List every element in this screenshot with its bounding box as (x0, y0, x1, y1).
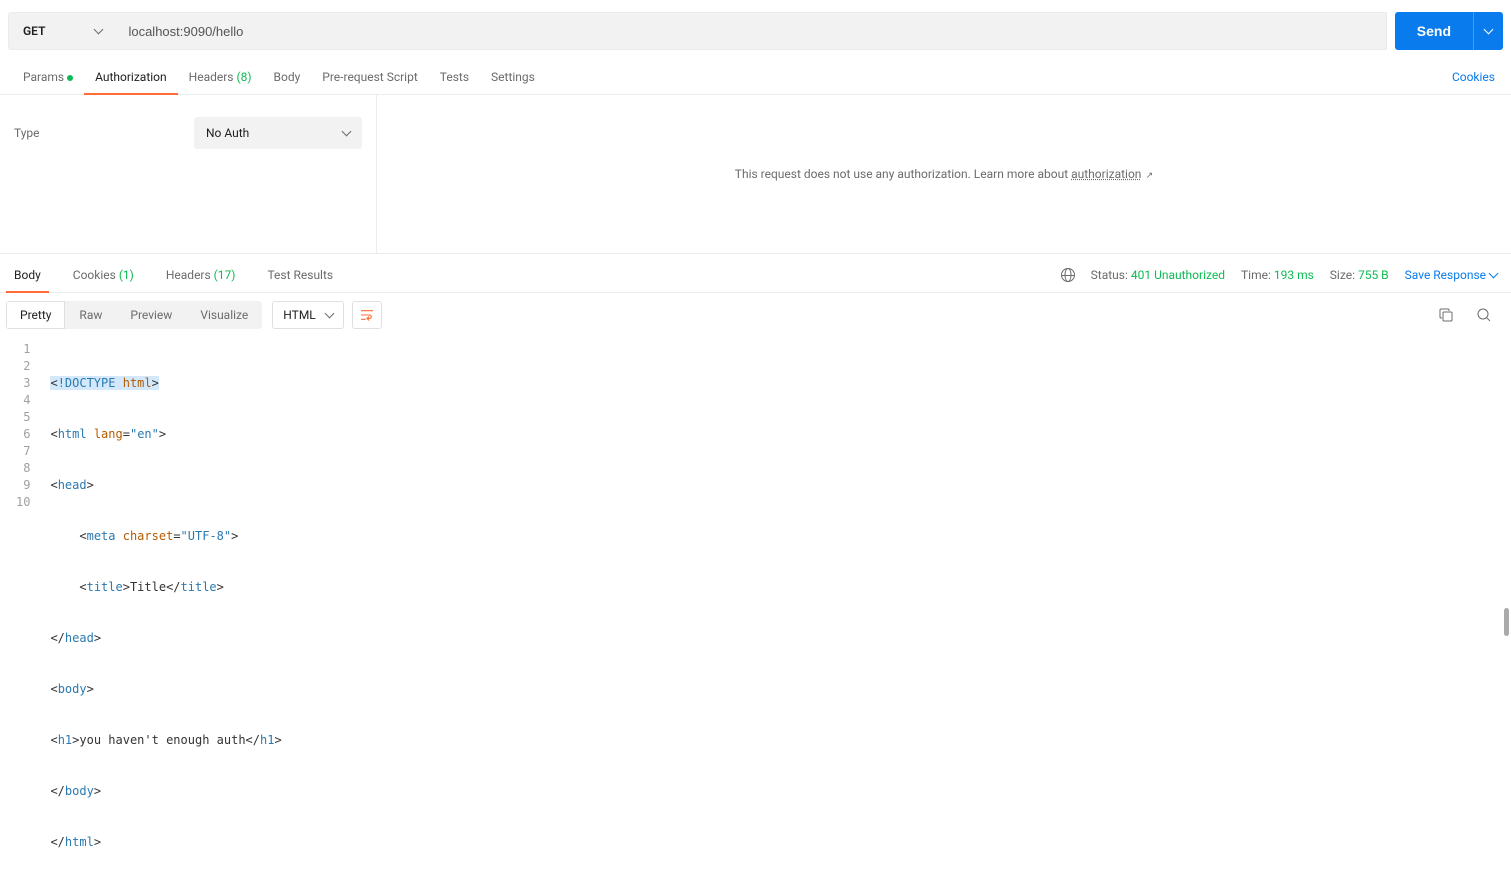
code-content: <!DOCTYPE html> <html lang="en"> <head> … (46, 337, 281, 885)
response-tab-headers[interactable]: Headers (17) (158, 264, 244, 286)
chevron-down-icon (324, 309, 334, 319)
view-pretty[interactable]: Pretty (6, 301, 65, 329)
params-indicator-dot (67, 75, 73, 81)
method-value: GET (23, 24, 45, 38)
view-mode-group: Pretty Raw Preview Visualize (6, 301, 262, 329)
send-button[interactable]: Send (1395, 12, 1473, 50)
response-tab-body[interactable]: Body (6, 264, 49, 286)
tab-settings[interactable]: Settings (480, 60, 546, 94)
time-label: Time: 193 ms (1241, 268, 1314, 282)
tab-tests[interactable]: Tests (429, 60, 480, 94)
format-select[interactable]: HTML (272, 301, 344, 329)
tab-headers[interactable]: Headers (8) (178, 60, 263, 94)
view-raw[interactable]: Raw (65, 301, 116, 329)
copy-icon (1439, 308, 1453, 322)
tab-prerequest[interactable]: Pre-request Script (311, 60, 428, 94)
wrap-lines-button[interactable] (352, 301, 382, 329)
response-tab-cookies[interactable]: Cookies (1) (65, 264, 142, 286)
cookies-link[interactable]: Cookies (1448, 60, 1499, 94)
send-dropdown-button[interactable] (1473, 12, 1503, 50)
scrollbar-thumb[interactable] (1504, 608, 1509, 636)
search-button[interactable] (1471, 302, 1497, 328)
chevron-down-icon (1484, 25, 1494, 35)
auth-type-label: Type (14, 126, 194, 140)
size-label: Size: 755 B (1330, 268, 1389, 282)
search-icon (1477, 308, 1491, 322)
line-gutter: 1 2 3 4 5 6 7 8 9 10 (0, 337, 46, 885)
chevron-down-icon (342, 127, 352, 137)
method-select[interactable]: GET (8, 12, 116, 50)
authorization-help-link[interactable]: authorization (1071, 167, 1141, 181)
response-body-editor[interactable]: 1 2 3 4 5 6 7 8 9 10 <!DOCTYPE html> <ht… (0, 337, 1511, 885)
chevron-down-icon (1489, 269, 1499, 279)
response-tab-testresults[interactable]: Test Results (259, 264, 341, 286)
wrap-icon (361, 309, 373, 321)
tab-params[interactable]: Params (12, 60, 84, 94)
external-link-icon: ↗ (1143, 171, 1153, 181)
status-label: Status: 401 Unauthorized (1091, 268, 1225, 282)
auth-empty-message: This request does not use any authorizat… (735, 167, 1153, 181)
view-preview[interactable]: Preview (116, 301, 186, 329)
view-visualize[interactable]: Visualize (186, 301, 262, 329)
url-input[interactable] (116, 12, 1386, 50)
copy-button[interactable] (1433, 302, 1459, 328)
tab-authorization[interactable]: Authorization (84, 60, 178, 94)
tab-body[interactable]: Body (263, 60, 312, 94)
chevron-down-icon (94, 25, 104, 35)
globe-icon[interactable] (1061, 268, 1075, 282)
auth-type-select[interactable]: No Auth (194, 117, 362, 149)
save-response-button[interactable]: Save Response (1405, 268, 1497, 282)
